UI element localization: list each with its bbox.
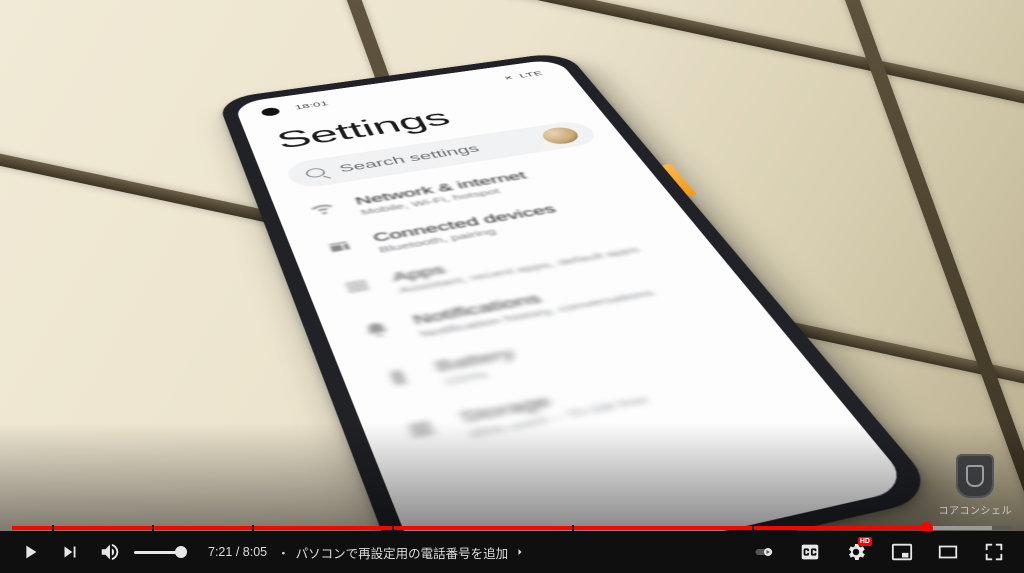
search-icon	[304, 167, 327, 179]
duration: 8:05	[243, 545, 267, 559]
phone-mockup: 18:01 ✕ LTE Settings Search settings	[217, 51, 942, 573]
devices-icon	[323, 237, 355, 255]
phone-screen: 18:01 ✕ LTE Settings Search settings	[233, 58, 913, 573]
current-time: 7:21	[208, 545, 232, 559]
storage-icon	[402, 417, 441, 442]
video-player: 18:01 ✕ LTE Settings Search settings	[0, 0, 1024, 573]
subtitles-button[interactable]	[792, 534, 828, 570]
time-display: 7:21 / 8:05	[208, 545, 267, 559]
chevron-right-icon	[514, 546, 526, 558]
next-button[interactable]	[52, 534, 88, 570]
settings-button[interactable]: HD	[838, 534, 874, 570]
volume-slider-handle[interactable]	[175, 546, 187, 558]
volume-slider[interactable]	[134, 551, 186, 554]
fullscreen-button[interactable]	[976, 534, 1012, 570]
settings-menu: Network & internetMobile, Wi-Fi, hotspot…	[299, 151, 795, 462]
progress-played	[12, 526, 927, 530]
chapter-button[interactable]: ・ パソコンで再設定用の電話番号を追加	[277, 543, 526, 562]
wifi-icon	[307, 201, 338, 217]
watermark-shield-icon	[956, 454, 994, 498]
miniplayer-button[interactable]	[884, 534, 920, 570]
theater-mode-button[interactable]	[930, 534, 966, 570]
mute-button[interactable]	[92, 534, 128, 570]
bell-icon	[359, 320, 394, 341]
battery-icon	[380, 366, 417, 389]
statusbar-network: LTE	[518, 70, 545, 79]
phone-body: 18:01 ✕ LTE Settings Search settings	[217, 51, 942, 573]
play-button[interactable]	[12, 534, 48, 570]
channel-watermark[interactable]: コアコンシェル	[939, 454, 1013, 517]
hd-badge: HD	[858, 537, 872, 546]
no-sim-icon: ✕	[502, 74, 516, 81]
player-controls: 7:21 / 8:05 ・ パソコンで再設定用の電話番号を追加 HD	[0, 531, 1024, 573]
video-frame[interactable]: 18:01 ✕ LTE Settings Search settings	[0, 0, 1024, 573]
chapter-title-text: パソコンで再設定用の電話番号を追加	[296, 543, 509, 562]
autoplay-toggle[interactable]	[746, 534, 782, 570]
profile-avatar	[538, 125, 583, 145]
watermark-label: コアコンシェル	[939, 502, 1013, 517]
statusbar-time: 18:01	[293, 100, 329, 111]
chapter-bullet: ・	[277, 543, 290, 562]
apps-icon	[340, 277, 374, 296]
